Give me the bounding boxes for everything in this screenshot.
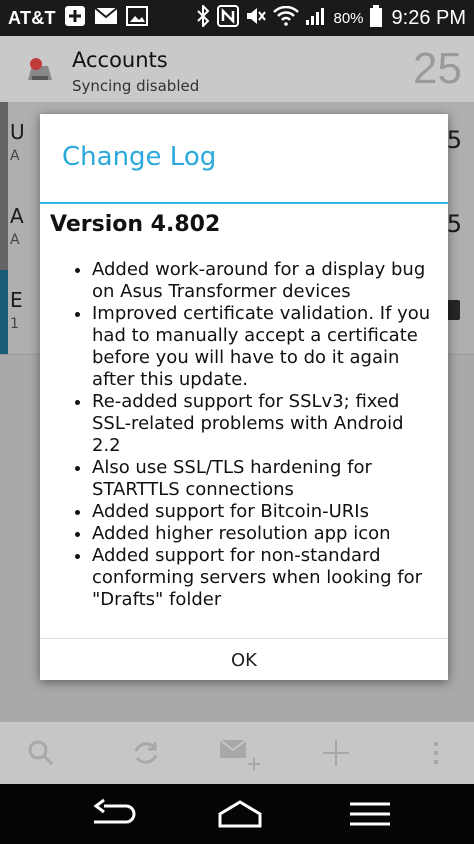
- list-item: Added support for non-standard conformin…: [92, 545, 434, 611]
- dialog-footer: OK: [40, 638, 448, 681]
- image-icon: [125, 5, 148, 31]
- list-item: Re-added support for SSLv3; fixed SSL-re…: [92, 391, 434, 457]
- compose-mail-icon[interactable]: [218, 738, 262, 770]
- sync-status: Syncing disabled: [72, 77, 200, 95]
- list-item: Added work-around for a display bug on A…: [92, 259, 434, 303]
- battery-icon: [369, 4, 382, 32]
- nfc-icon: [217, 4, 240, 32]
- list-item: Improved certificate validation. If you …: [92, 303, 434, 391]
- status-bar: AT&T 80% 9:26 PM: [0, 0, 474, 36]
- version-heading: Version 4.802: [50, 212, 221, 237]
- unread-count: 25: [413, 44, 462, 93]
- signal-icon: [305, 6, 327, 31]
- dialog-body[interactable]: Version 4.802 Added work-around for a di…: [40, 204, 448, 638]
- back-icon[interactable]: [84, 796, 144, 832]
- ok-button[interactable]: OK: [40, 639, 448, 681]
- home-icon[interactable]: [210, 796, 270, 832]
- refresh-icon[interactable]: [128, 738, 164, 768]
- system-nav-bar: [0, 784, 474, 844]
- email-icon: [94, 6, 118, 31]
- list-item: Added higher resolution app icon: [92, 523, 434, 545]
- wifi-icon: [273, 5, 300, 31]
- battery-percent: 80%: [333, 9, 364, 27]
- notification-plus-icon: [64, 5, 86, 32]
- change-log-dialog: Change Log Version 4.802 Added work-arou…: [40, 114, 448, 680]
- app-bar: Accounts Syncing disabled 25: [0, 36, 474, 102]
- app-title: Accounts: [72, 48, 168, 72]
- bluetooth-icon: [195, 3, 211, 32]
- bottom-action-bar: [0, 722, 474, 784]
- mute-icon: [245, 5, 267, 32]
- dialog-title-bar: Change Log: [40, 114, 448, 204]
- add-icon[interactable]: [318, 738, 354, 768]
- carrier-label: AT&T: [8, 7, 56, 28]
- search-icon[interactable]: [24, 738, 60, 768]
- dialog-title: Change Log: [62, 142, 217, 172]
- clock: 9:26 PM: [391, 6, 466, 29]
- overflow-menu-icon[interactable]: [428, 738, 444, 768]
- list-item: Also use SSL/TLS hardening for STARTTLS …: [92, 457, 434, 501]
- menu-icon[interactable]: [340, 796, 400, 832]
- change-list: Added work-around for a display bug on A…: [40, 259, 448, 611]
- list-item: Added support for Bitcoin-URIs: [92, 501, 434, 523]
- app-logo-icon[interactable]: [22, 50, 58, 86]
